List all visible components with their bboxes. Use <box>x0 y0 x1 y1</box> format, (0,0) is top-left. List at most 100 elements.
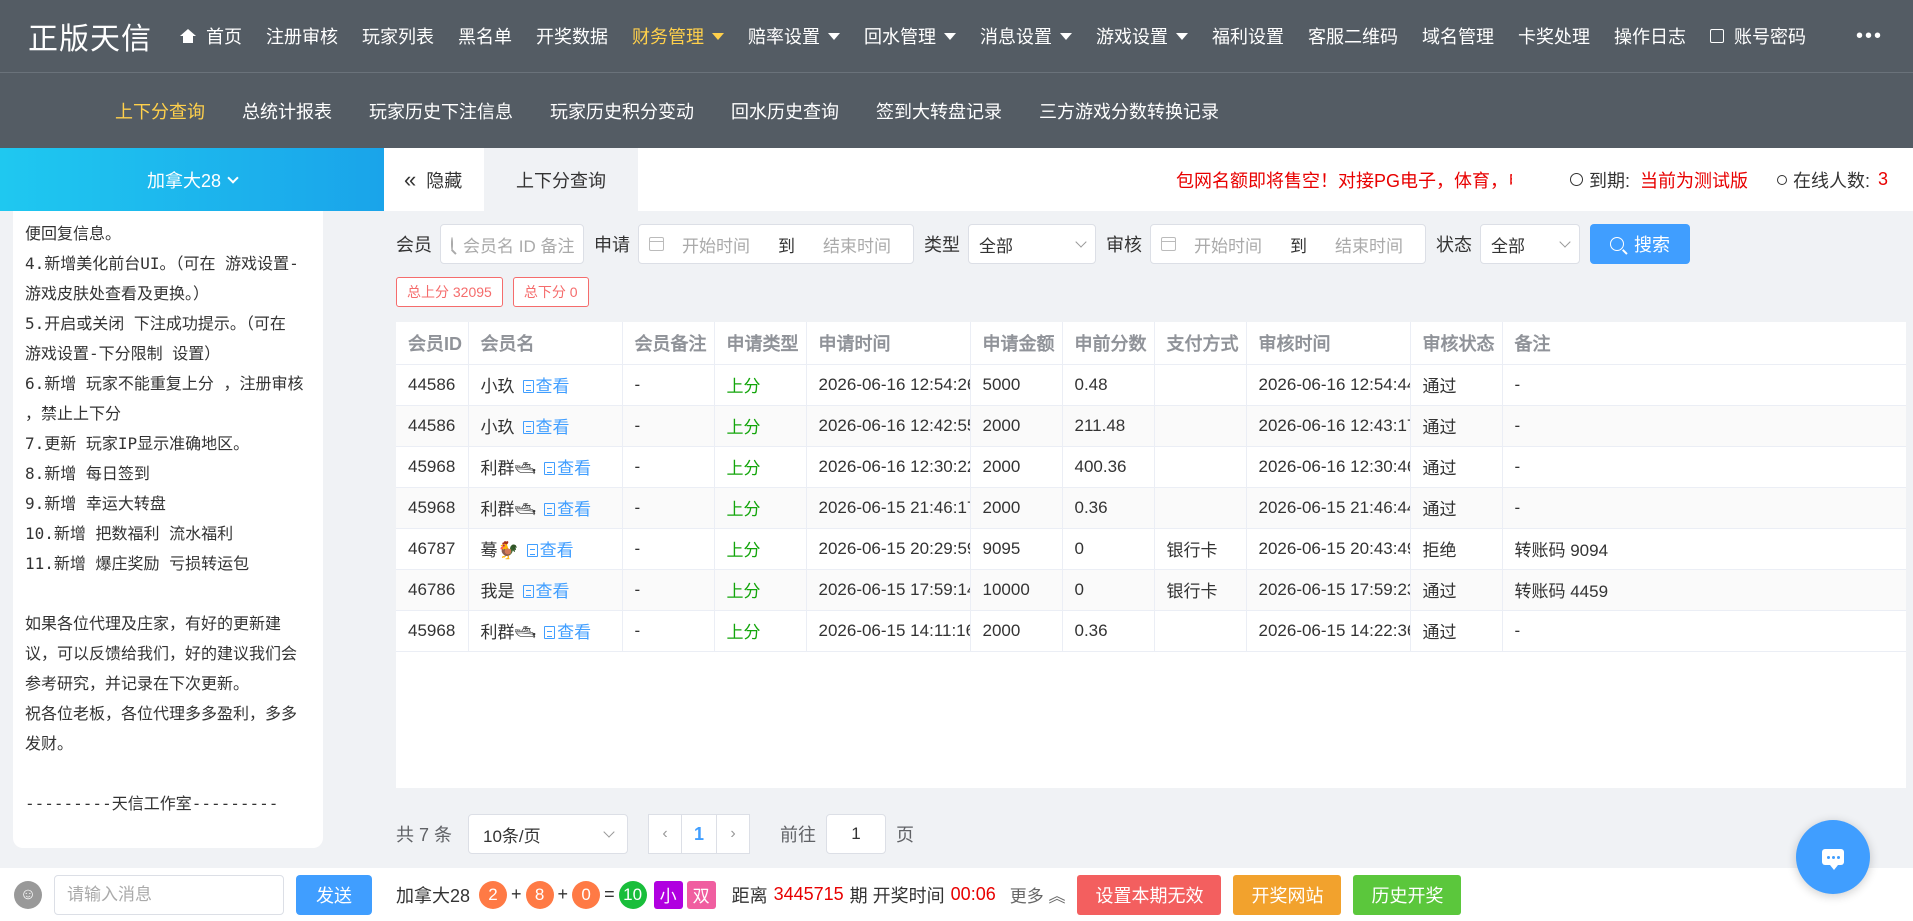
plus-sign: + <box>557 884 569 904</box>
cell-value: 2000 <box>982 497 1021 517</box>
nav-item-8[interactable]: 消息设置 <box>968 0 1084 72</box>
page-size-select[interactable]: 10条/页 <box>468 814 629 854</box>
cell-value: 400.36 <box>1074 456 1127 476</box>
nav-item-0[interactable]: 首页 <box>168 0 254 72</box>
subnav-item-5[interactable]: 签到大转盘记录 <box>876 98 1002 124</box>
audit-date-range[interactable]: 开始时间 到 结束时间 <box>1150 224 1426 264</box>
nav-item-9[interactable]: 游戏设置 <box>1084 0 1200 72</box>
cell-value: 上分 <box>726 582 761 601</box>
notice-line: 6.新增 玩家不能重复上分 ，注册审核 ，禁止上下分 <box>25 374 323 423</box>
room-selector[interactable]: 加拿大28 <box>0 148 384 211</box>
column-header: 会员名 <box>468 322 623 365</box>
table-cell: 2026-06-15 17:59:14 <box>806 569 971 611</box>
emoji-icon[interactable]: ☺ <box>14 880 42 909</box>
cell-value: 2026-06-15 17:59:23 <box>1258 579 1410 599</box>
nav-item-3[interactable]: 黑名单 <box>446 0 524 72</box>
nav-item-6[interactable]: 赔率设置 <box>736 0 852 72</box>
view-link[interactable]: 查看 <box>544 459 591 478</box>
apply-to: 到 <box>778 236 795 256</box>
table-cell: 利群🛥 查看 <box>468 610 623 652</box>
nav-item-label: 开奖数据 <box>536 27 608 47</box>
view-link[interactable]: 查看 <box>544 623 591 642</box>
status-select[interactable]: 全部 <box>1480 224 1580 264</box>
chevron-down-icon <box>227 171 239 184</box>
prev-page-button[interactable]: ‹ <box>648 814 683 854</box>
send-button[interactable]: 发送 <box>296 874 372 915</box>
view-link[interactable]: 查看 <box>526 541 574 560</box>
page-number[interactable]: 1 <box>682 814 717 854</box>
more-menu-icon[interactable]: ••• <box>1856 25 1883 48</box>
table-cell: 9095 <box>970 528 1063 570</box>
document-icon <box>544 462 556 475</box>
sub-navbar: 上下分查询 总统计报表 玩家历史下注信息 玩家历史积分变动 回水历史查询 签到大转盘记录 三… <box>0 72 1913 148</box>
table-cell: 0 <box>1062 569 1155 611</box>
game-name: 加拿大28 <box>396 885 471 906</box>
cell-value: 小玖 <box>480 377 515 396</box>
online-label: 在线人数: <box>1793 170 1871 191</box>
lottery-site-button[interactable]: 开奖网站 <box>1233 874 1342 915</box>
apply-date-range[interactable]: 开始时间 到 结束时间 <box>638 224 914 264</box>
nav-item-11[interactable]: 客服二维码 <box>1296 0 1410 72</box>
nav-item-5[interactable]: 财务管理 <box>620 0 736 72</box>
subnav-item-0[interactable]: 上下分查询 <box>115 98 205 124</box>
lottery-bar: 加拿大28 2 + 8 + 0 = 10 小 双 距离 3445715 期 开奖… <box>384 868 1913 921</box>
notice-line: 5.开启或关闭 下注成功提示。（可在 游戏设置-下分限制 设置） <box>25 314 296 363</box>
view-label: 查看 <box>557 623 592 642</box>
search-button[interactable]: 搜索 <box>1590 224 1690 264</box>
member-search-input[interactable]: 会员名 ID 备注 <box>440 224 584 264</box>
page-size-value: 10条/页 <box>483 826 541 846</box>
subnav-item-2[interactable]: 玩家历史下注信息 <box>369 98 513 124</box>
cell-value: 利群🛥 <box>480 500 537 519</box>
search-label: 搜索 <box>1634 235 1670 255</box>
user-icon <box>1777 174 1787 185</box>
notice-line: 10.新增 把数福利 流水福利 <box>25 524 234 543</box>
chat-fab-button[interactable] <box>1796 820 1870 894</box>
table-row: 46786 我是 查看 - 上分 2026-06-15 17:59:14 10000 0 银行卡… <box>396 569 1906 611</box>
subnav-item-6[interactable]: 三方游戏分数转换记录 <box>1039 98 1219 124</box>
view-link[interactable]: 查看 <box>522 418 570 437</box>
nav-item-1[interactable]: 注册审核 <box>254 0 350 72</box>
size-tag: 小 <box>653 880 683 909</box>
table-cell: 45968 <box>396 446 469 488</box>
set-invalid-button[interactable]: 设置本期无效 <box>1077 874 1222 915</box>
cell-value: 银行卡 <box>1166 541 1218 560</box>
nav-item-7[interactable]: 回水管理 <box>852 0 968 72</box>
table-cell: 银行卡 <box>1154 569 1247 611</box>
nav-item-4[interactable]: 开奖数据 <box>524 0 620 72</box>
cell-value: 上分 <box>726 377 761 396</box>
history-draw-button[interactable]: 历史开奖 <box>1353 874 1462 915</box>
nav-item-10[interactable]: 福利设置 <box>1200 0 1296 72</box>
nav-item-label: 回水管理 <box>864 27 936 47</box>
nav-item-14[interactable]: 操作日志 <box>1602 0 1698 72</box>
cell-value: 46786 <box>408 579 456 599</box>
table-cell: 转账码 4459 <box>1502 569 1906 611</box>
next-page-button[interactable]: › <box>716 814 751 854</box>
goto-page-input[interactable] <box>826 814 887 854</box>
cell-value: - <box>634 415 641 435</box>
cell-value: 通过 <box>1422 377 1457 396</box>
more-button[interactable]: 更多 ︽ <box>1010 882 1066 907</box>
total-count: 共 7 条 <box>396 825 453 845</box>
nav-item-13[interactable]: 卡奖处理 <box>1506 0 1602 72</box>
nav-item-2[interactable]: 玩家列表 <box>350 0 446 72</box>
table-cell <box>1154 487 1247 529</box>
table-cell: 46786 <box>396 569 469 611</box>
table-cell: 通过 <box>1410 569 1503 611</box>
tab-current[interactable]: 上下分查询 <box>484 148 638 211</box>
subnav-item-4[interactable]: 回水历史查询 <box>731 98 839 124</box>
type-value: 全部 <box>979 236 1013 256</box>
hide-sidebar-button[interactable]: « 隐藏 <box>384 148 484 211</box>
notice-line: 如果各位代理及庄家，有好的更新建议，可以反馈给我们，好的建议我们会参考研究，并记… <box>25 614 298 693</box>
view-link[interactable]: 查看 <box>522 582 570 601</box>
type-select[interactable]: 全部 <box>968 224 1096 264</box>
view-label: 查看 <box>557 500 592 519</box>
subnav-item-3[interactable]: 玩家历史积分变动 <box>550 98 694 124</box>
view-link[interactable]: 查看 <box>522 377 570 396</box>
subnav-item-1[interactable]: 总统计报表 <box>242 98 332 124</box>
nav-item-15[interactable]: 账号密码 <box>1698 0 1818 72</box>
plus-sign: + <box>511 884 522 904</box>
chat-input[interactable] <box>54 874 284 915</box>
view-link[interactable]: 查看 <box>544 500 591 519</box>
nav-item-12[interactable]: 域名管理 <box>1410 0 1506 72</box>
column-header: 会员ID <box>396 322 469 365</box>
